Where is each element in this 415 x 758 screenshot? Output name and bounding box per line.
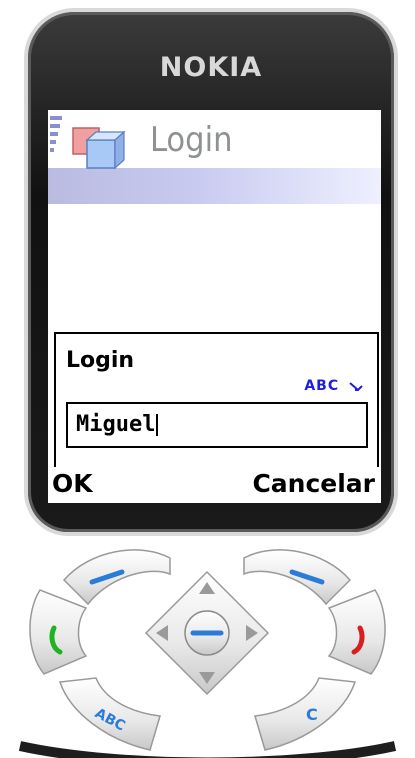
brand-logo: NOKIA [159,52,263,83]
softkey-bar: OK Cancelar [48,467,381,503]
input-mode-label: ABC [304,378,340,394]
input-mode-indicator: ABC [304,378,363,394]
left-soft-key[interactable] [62,549,171,606]
app-title: Login [150,120,233,160]
keypad: ABC C [18,549,397,758]
app-icon [72,127,126,170]
dialog-title: Login [66,348,135,373]
end-call-key[interactable] [327,589,386,675]
login-dialog: Login ABC Miguel [54,332,379,470]
softkey-cancel[interactable]: Cancelar [252,469,375,498]
screen-content-area [48,206,381,330]
abc-key[interactable]: ABC [58,677,161,751]
housing-edge [18,741,397,758]
clear-key[interactable]: C [254,677,357,751]
login-input-value: Miguel [76,412,159,437]
login-input[interactable]: Miguel [66,402,368,448]
call-key[interactable] [29,589,88,675]
phone-body: NOKIA Login Login ABC Miguel OK Cancelar… [0,0,415,758]
select-key[interactable] [184,610,230,656]
phone-screen: Login Login ABC Miguel OK Cancelar [48,110,381,503]
right-soft-key[interactable] [243,549,352,606]
text-caret [156,414,159,436]
clear-key-label: C [306,705,318,724]
softkey-ok[interactable]: OK [52,469,93,498]
signal-strength-icon [50,116,68,186]
pen-icon [349,382,363,391]
